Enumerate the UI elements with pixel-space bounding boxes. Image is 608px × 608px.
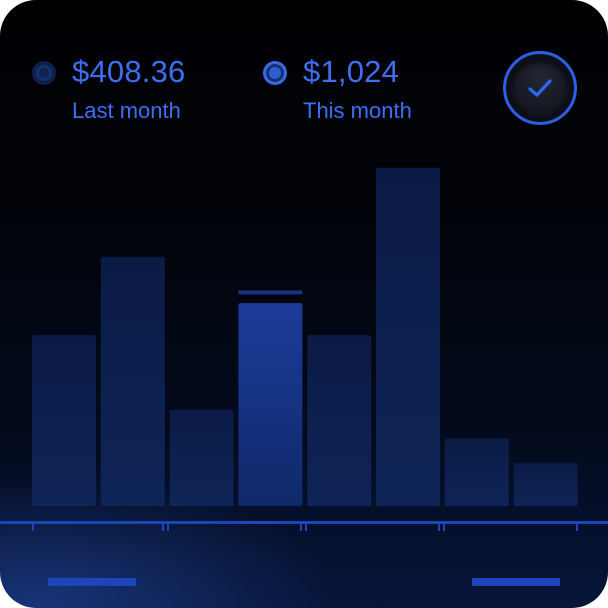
x-axis-tick (443, 521, 445, 531)
x-axis-tick (162, 521, 164, 531)
this-month-label: This month (303, 98, 412, 123)
x-axis-tick (438, 521, 440, 531)
bar[interactable] (32, 335, 96, 506)
bar[interactable] (100, 256, 165, 506)
bar[interactable] (513, 463, 578, 506)
bar[interactable] (444, 438, 509, 506)
scroll-indicator-left[interactable] (48, 578, 136, 586)
bar[interactable] (307, 335, 372, 506)
scroll-indicator-right[interactable] (472, 578, 560, 586)
x-axis-tick (167, 521, 169, 531)
x-axis-tick (32, 521, 34, 531)
last-month-amount: $408.36 (72, 54, 186, 89)
x-axis (0, 521, 608, 531)
checkmark-icon (528, 79, 552, 97)
x-axis-tick (300, 521, 302, 531)
bar[interactable] (169, 409, 234, 506)
legend-last-month-text: $408.36 Last month (72, 54, 185, 124)
bar-target-marker (238, 290, 303, 295)
last-month-radio-icon[interactable] (32, 61, 56, 85)
confirm-button-inner (512, 60, 568, 116)
legend-this-month[interactable]: $1,024 This month (263, 54, 412, 124)
x-axis-line (0, 521, 608, 524)
last-month-label: Last month (72, 98, 181, 123)
confirm-button[interactable] (503, 51, 577, 125)
x-axis-tick (576, 521, 578, 531)
legend-this-month-text: $1,024 This month (303, 54, 412, 124)
legend-last-month[interactable]: $408.36 Last month (32, 54, 185, 124)
x-axis-tick (305, 521, 307, 531)
bar-highlighted[interactable] (238, 303, 303, 506)
bars-group (32, 167, 578, 507)
this-month-radio-icon[interactable] (263, 61, 287, 85)
bar[interactable] (376, 167, 440, 507)
earnings-card: $408.36 Last month $1,024 This month (0, 0, 608, 608)
this-month-amount: $1,024 (303, 54, 400, 89)
